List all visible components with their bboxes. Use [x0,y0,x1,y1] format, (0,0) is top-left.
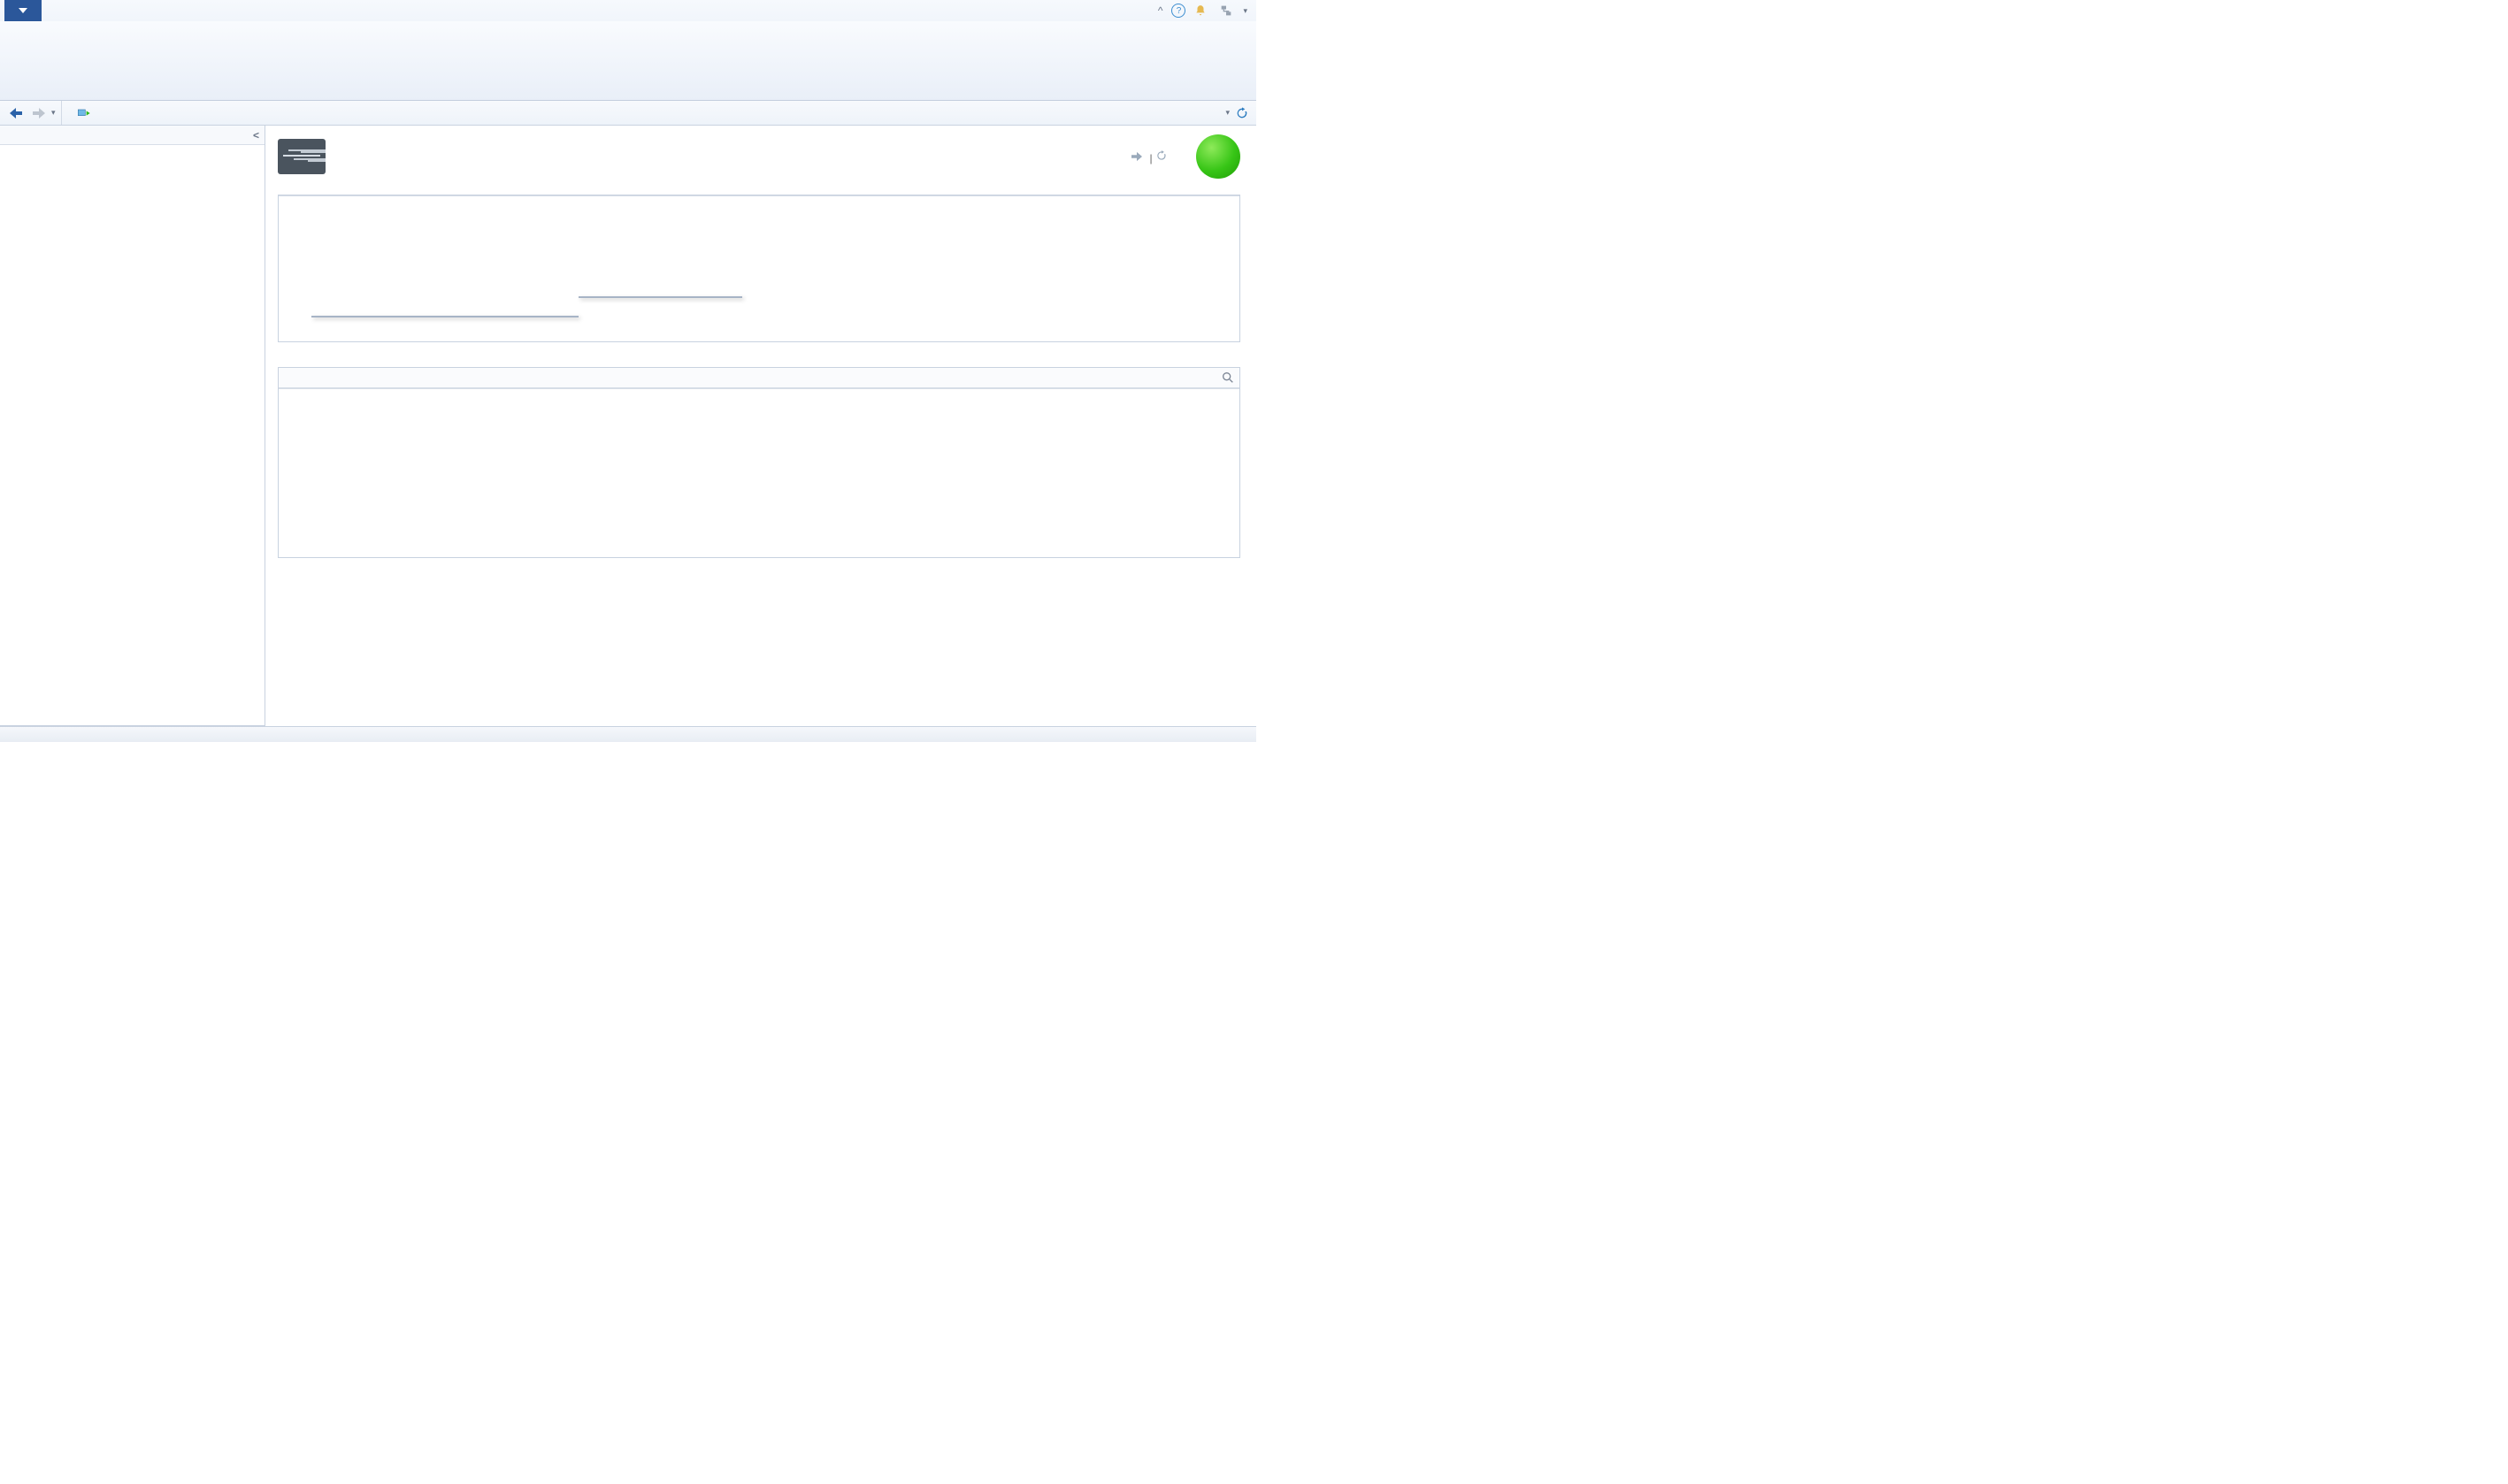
asset-filter-input[interactable] [279,368,1216,387]
asset-search-button[interactable] [1216,371,1239,385]
collapse-sidebar-icon[interactable]: < [253,129,259,142]
ribbon-file-menu[interactable] [4,0,42,21]
refresh-mini-icon [1155,152,1168,164]
breadcrumb-root-icon[interactable] [71,106,97,120]
dropdown-icon[interactable]: ▾ [1243,6,1247,16]
help-icon[interactable]: ? [1171,4,1185,18]
collapse-ribbon-icon[interactable]: ^ [1158,4,1163,17]
connect-icon[interactable] [1218,4,1234,18]
nav-history-dropdown-icon[interactable]: ▾ [51,108,56,118]
notifications-icon[interactable] [1194,4,1209,17]
overall-status-indicator [1196,134,1240,179]
asset-details-title [278,342,1240,351]
refresh-icon[interactable] [1235,106,1249,120]
deployment-status-icon [278,139,326,174]
breadcrumb-dropdown-icon[interactable]: ▾ [1225,108,1230,118]
nav-back-button[interactable] [5,103,27,123]
nav-forward-button[interactable] [28,103,50,123]
run-summarization-mini-icon [1131,152,1146,164]
